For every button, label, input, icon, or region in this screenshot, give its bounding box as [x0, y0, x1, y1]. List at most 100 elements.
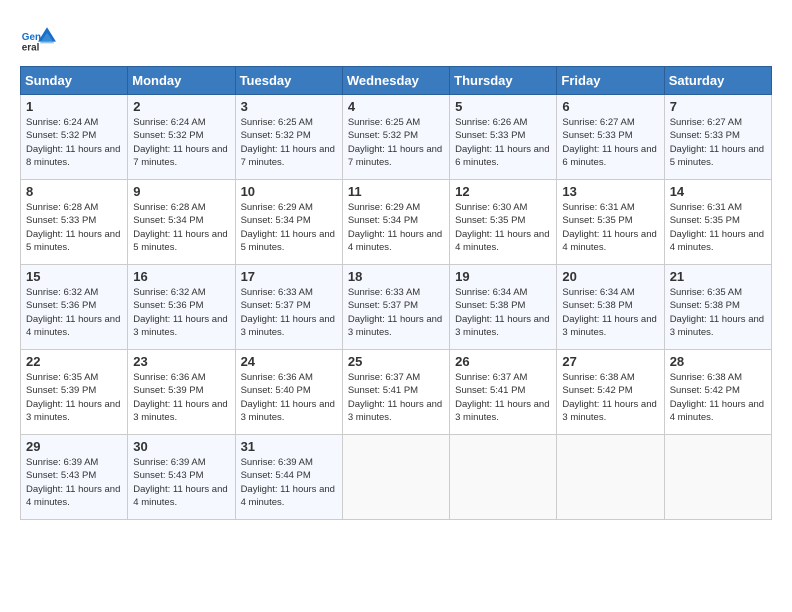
calendar-cell: 12 Sunrise: 6:30 AMSunset: 5:35 PMDaylig…: [450, 180, 557, 265]
day-number: 31: [241, 439, 337, 454]
day-number: 22: [26, 354, 122, 369]
svg-text:eral: eral: [22, 43, 40, 54]
calendar-week-1: 1 Sunrise: 6:24 AMSunset: 5:32 PMDayligh…: [21, 95, 772, 180]
day-number: 14: [670, 184, 766, 199]
calendar-cell: 30 Sunrise: 6:39 AMSunset: 5:43 PMDaylig…: [128, 435, 235, 520]
calendar-week-4: 22 Sunrise: 6:35 AMSunset: 5:39 PMDaylig…: [21, 350, 772, 435]
day-number: 18: [348, 269, 444, 284]
day-number: 20: [562, 269, 658, 284]
day-info: Sunrise: 6:28 AMSunset: 5:33 PMDaylight:…: [26, 201, 122, 254]
day-info: Sunrise: 6:29 AMSunset: 5:34 PMDaylight:…: [241, 201, 337, 254]
calendar-week-2: 8 Sunrise: 6:28 AMSunset: 5:33 PMDayligh…: [21, 180, 772, 265]
day-number: 6: [562, 99, 658, 114]
day-info: Sunrise: 6:34 AMSunset: 5:38 PMDaylight:…: [455, 286, 551, 339]
day-number: 21: [670, 269, 766, 284]
day-info: Sunrise: 6:32 AMSunset: 5:36 PMDaylight:…: [26, 286, 122, 339]
calendar-cell: 26 Sunrise: 6:37 AMSunset: 5:41 PMDaylig…: [450, 350, 557, 435]
day-number: 2: [133, 99, 229, 114]
calendar-cell: [664, 435, 771, 520]
calendar-cell: 15 Sunrise: 6:32 AMSunset: 5:36 PMDaylig…: [21, 265, 128, 350]
day-info: Sunrise: 6:31 AMSunset: 5:35 PMDaylight:…: [562, 201, 658, 254]
svg-text:Gen: Gen: [22, 32, 41, 43]
day-header-saturday: Saturday: [664, 67, 771, 95]
calendar-week-3: 15 Sunrise: 6:32 AMSunset: 5:36 PMDaylig…: [21, 265, 772, 350]
day-number: 4: [348, 99, 444, 114]
calendar-cell: 21 Sunrise: 6:35 AMSunset: 5:38 PMDaylig…: [664, 265, 771, 350]
calendar-cell: 23 Sunrise: 6:36 AMSunset: 5:39 PMDaylig…: [128, 350, 235, 435]
day-number: 19: [455, 269, 551, 284]
day-info: Sunrise: 6:38 AMSunset: 5:42 PMDaylight:…: [670, 371, 766, 424]
calendar-cell: 31 Sunrise: 6:39 AMSunset: 5:44 PMDaylig…: [235, 435, 342, 520]
calendar-cell: 13 Sunrise: 6:31 AMSunset: 5:35 PMDaylig…: [557, 180, 664, 265]
day-header-wednesday: Wednesday: [342, 67, 449, 95]
day-info: Sunrise: 6:27 AMSunset: 5:33 PMDaylight:…: [670, 116, 766, 169]
calendar-cell: 3 Sunrise: 6:25 AMSunset: 5:32 PMDayligh…: [235, 95, 342, 180]
day-info: Sunrise: 6:29 AMSunset: 5:34 PMDaylight:…: [348, 201, 444, 254]
day-number: 8: [26, 184, 122, 199]
day-number: 1: [26, 99, 122, 114]
day-number: 27: [562, 354, 658, 369]
calendar-cell: 11 Sunrise: 6:29 AMSunset: 5:34 PMDaylig…: [342, 180, 449, 265]
day-number: 17: [241, 269, 337, 284]
calendar-cell: 25 Sunrise: 6:37 AMSunset: 5:41 PMDaylig…: [342, 350, 449, 435]
day-info: Sunrise: 6:28 AMSunset: 5:34 PMDaylight:…: [133, 201, 229, 254]
day-info: Sunrise: 6:39 AMSunset: 5:43 PMDaylight:…: [26, 456, 122, 509]
day-number: 15: [26, 269, 122, 284]
calendar-cell: 2 Sunrise: 6:24 AMSunset: 5:32 PMDayligh…: [128, 95, 235, 180]
calendar-cell: [450, 435, 557, 520]
day-info: Sunrise: 6:35 AMSunset: 5:38 PMDaylight:…: [670, 286, 766, 339]
page-header: Gen eral: [20, 20, 772, 56]
day-number: 25: [348, 354, 444, 369]
calendar-cell: 22 Sunrise: 6:35 AMSunset: 5:39 PMDaylig…: [21, 350, 128, 435]
calendar-cell: 24 Sunrise: 6:36 AMSunset: 5:40 PMDaylig…: [235, 350, 342, 435]
calendar-cell: 1 Sunrise: 6:24 AMSunset: 5:32 PMDayligh…: [21, 95, 128, 180]
day-info: Sunrise: 6:33 AMSunset: 5:37 PMDaylight:…: [348, 286, 444, 339]
day-info: Sunrise: 6:33 AMSunset: 5:37 PMDaylight:…: [241, 286, 337, 339]
calendar-cell: 16 Sunrise: 6:32 AMSunset: 5:36 PMDaylig…: [128, 265, 235, 350]
calendar-cell: 18 Sunrise: 6:33 AMSunset: 5:37 PMDaylig…: [342, 265, 449, 350]
day-info: Sunrise: 6:39 AMSunset: 5:43 PMDaylight:…: [133, 456, 229, 509]
logo-icon: Gen eral: [20, 20, 56, 56]
calendar-cell: 29 Sunrise: 6:39 AMSunset: 5:43 PMDaylig…: [21, 435, 128, 520]
calendar-cell: 27 Sunrise: 6:38 AMSunset: 5:42 PMDaylig…: [557, 350, 664, 435]
day-info: Sunrise: 6:38 AMSunset: 5:42 PMDaylight:…: [562, 371, 658, 424]
day-number: 30: [133, 439, 229, 454]
day-info: Sunrise: 6:26 AMSunset: 5:33 PMDaylight:…: [455, 116, 551, 169]
calendar-cell: 20 Sunrise: 6:34 AMSunset: 5:38 PMDaylig…: [557, 265, 664, 350]
calendar-body: 1 Sunrise: 6:24 AMSunset: 5:32 PMDayligh…: [21, 95, 772, 520]
day-header-thursday: Thursday: [450, 67, 557, 95]
day-info: Sunrise: 6:25 AMSunset: 5:32 PMDaylight:…: [241, 116, 337, 169]
calendar-cell: [557, 435, 664, 520]
calendar-cell: 17 Sunrise: 6:33 AMSunset: 5:37 PMDaylig…: [235, 265, 342, 350]
day-info: Sunrise: 6:34 AMSunset: 5:38 PMDaylight:…: [562, 286, 658, 339]
day-info: Sunrise: 6:35 AMSunset: 5:39 PMDaylight:…: [26, 371, 122, 424]
calendar-cell: 14 Sunrise: 6:31 AMSunset: 5:35 PMDaylig…: [664, 180, 771, 265]
day-header-tuesday: Tuesday: [235, 67, 342, 95]
calendar-cell: 4 Sunrise: 6:25 AMSunset: 5:32 PMDayligh…: [342, 95, 449, 180]
day-info: Sunrise: 6:24 AMSunset: 5:32 PMDaylight:…: [133, 116, 229, 169]
calendar-cell: 10 Sunrise: 6:29 AMSunset: 5:34 PMDaylig…: [235, 180, 342, 265]
day-number: 9: [133, 184, 229, 199]
day-info: Sunrise: 6:36 AMSunset: 5:40 PMDaylight:…: [241, 371, 337, 424]
calendar-header: SundayMondayTuesdayWednesdayThursdayFrid…: [21, 67, 772, 95]
calendar-cell: [342, 435, 449, 520]
calendar-cell: 8 Sunrise: 6:28 AMSunset: 5:33 PMDayligh…: [21, 180, 128, 265]
day-number: 29: [26, 439, 122, 454]
day-number: 23: [133, 354, 229, 369]
day-info: Sunrise: 6:37 AMSunset: 5:41 PMDaylight:…: [455, 371, 551, 424]
day-number: 16: [133, 269, 229, 284]
logo: Gen eral: [20, 20, 62, 56]
day-number: 7: [670, 99, 766, 114]
day-number: 26: [455, 354, 551, 369]
day-info: Sunrise: 6:31 AMSunset: 5:35 PMDaylight:…: [670, 201, 766, 254]
day-info: Sunrise: 6:37 AMSunset: 5:41 PMDaylight:…: [348, 371, 444, 424]
day-number: 3: [241, 99, 337, 114]
day-number: 24: [241, 354, 337, 369]
day-number: 13: [562, 184, 658, 199]
day-info: Sunrise: 6:27 AMSunset: 5:33 PMDaylight:…: [562, 116, 658, 169]
day-number: 12: [455, 184, 551, 199]
calendar-cell: 9 Sunrise: 6:28 AMSunset: 5:34 PMDayligh…: [128, 180, 235, 265]
calendar-cell: 19 Sunrise: 6:34 AMSunset: 5:38 PMDaylig…: [450, 265, 557, 350]
day-header-friday: Friday: [557, 67, 664, 95]
day-header-monday: Monday: [128, 67, 235, 95]
